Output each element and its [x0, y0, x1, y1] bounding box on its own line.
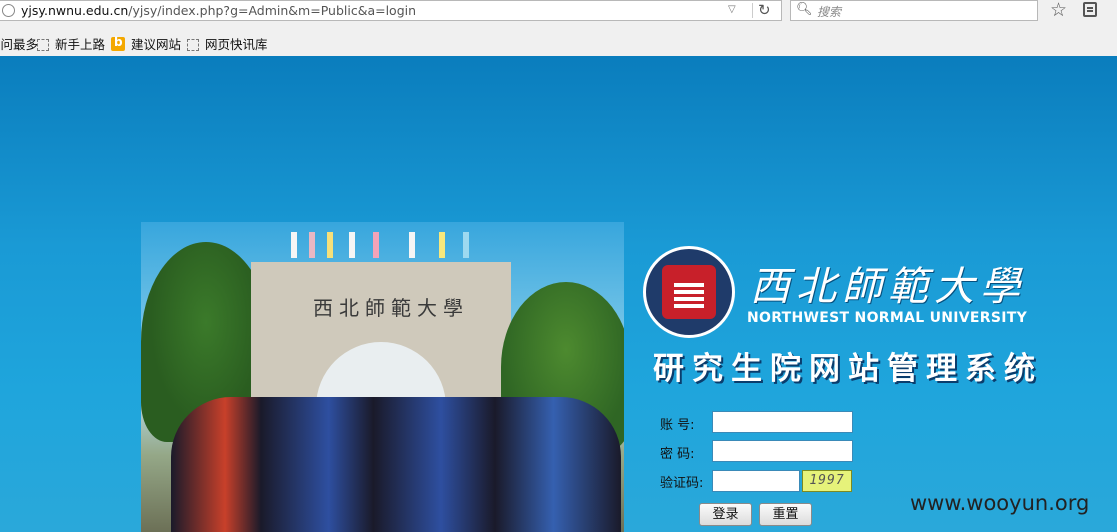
captcha-input[interactable]	[712, 470, 800, 492]
bookmark-web-slice-gallery[interactable]: 网页快讯库	[187, 34, 268, 53]
password-label: 密 码:	[660, 447, 695, 462]
url-text[interactable]: yjsy.nwnu.edu.cn/yjsy/index.php?g=Admin&…	[21, 3, 416, 18]
university-name-en: NORTHWEST NORMAL UNIVERSITY	[747, 310, 1028, 326]
university-seal-icon	[643, 246, 735, 338]
search-placeholder: 搜索	[817, 5, 842, 19]
account-input[interactable]	[712, 411, 853, 433]
address-divider	[752, 3, 753, 18]
seal-emblem	[662, 265, 716, 319]
bookmark-most-visited[interactable]: 访问最多	[0, 34, 38, 53]
search-bar[interactable]: 🔍︎ 搜索	[790, 0, 1038, 21]
login-page: 西北師範大學 西北師範大學 NORTHWEST NORMAL UNIVERSIT…	[0, 56, 1117, 532]
graduates-group	[171, 397, 621, 532]
system-title: 研究生院网站管理系统	[653, 351, 1043, 387]
dotted-page-icon	[187, 39, 199, 51]
login-button[interactable]: 登录	[699, 503, 752, 526]
password-input[interactable]	[712, 440, 853, 462]
reading-list-icon[interactable]	[1083, 2, 1097, 17]
reload-icon[interactable]: ↻	[758, 1, 771, 19]
dotted-page-icon	[37, 39, 49, 51]
history-dropdown-icon[interactable]: ▽	[728, 4, 736, 15]
globe-icon	[2, 4, 15, 17]
browser-toolbar: yjsy.nwnu.edu.cn/yjsy/index.php?g=Admin&…	[0, 0, 1117, 56]
bookmark-suggested-sites[interactable]: 建议网站	[111, 34, 181, 53]
account-label: 账 号:	[660, 418, 695, 433]
bing-icon	[111, 35, 125, 51]
search-icon: 🔍︎	[796, 2, 813, 17]
university-name-cn: 西北師範大學	[750, 264, 1026, 310]
bookmarks-bar: 访问最多 新手上路 建议网站 网页快讯库	[0, 30, 1117, 52]
bookmark-star-icon[interactable]: ☆	[1050, 0, 1067, 21]
watermark: www.wooyun.org	[910, 491, 1090, 515]
captcha-image[interactable]: 1997	[802, 470, 852, 492]
bookmark-getting-started[interactable]: 新手上路	[37, 34, 105, 53]
campus-photo: 西北師範大學	[141, 222, 624, 532]
captcha-label: 验证码:	[660, 476, 704, 491]
gate-inscription: 西北師範大學	[313, 296, 469, 320]
address-bar[interactable]: yjsy.nwnu.edu.cn/yjsy/index.php?g=Admin&…	[0, 0, 782, 21]
reset-button[interactable]: 重置	[759, 503, 812, 526]
